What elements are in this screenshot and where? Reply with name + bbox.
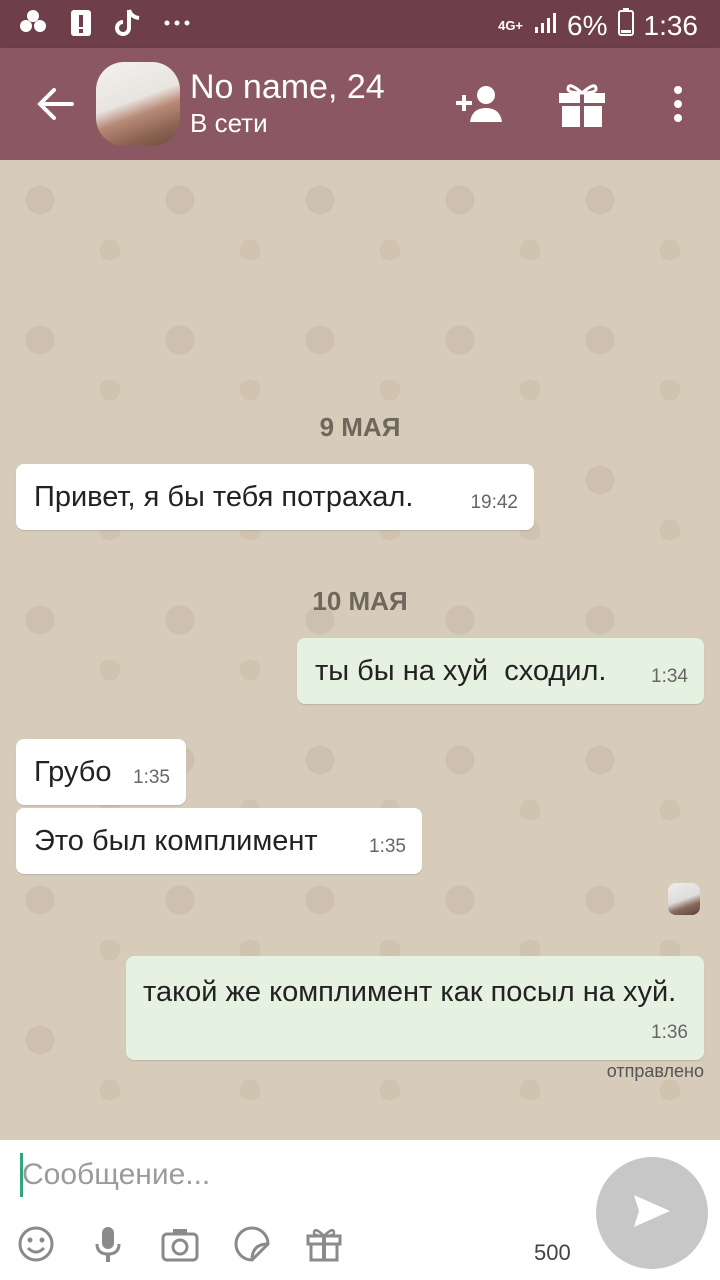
more-options-icon[interactable] <box>650 76 706 132</box>
more-dots-icon <box>162 8 192 38</box>
battery-icon <box>617 8 634 43</box>
message-time: 1:35 <box>369 836 406 857</box>
back-arrow-icon[interactable] <box>32 80 80 128</box>
message-incoming[interactable]: Грубо 1:35 <box>16 739 186 805</box>
gift-button[interactable] <box>554 76 610 132</box>
message-incoming[interactable]: Это был комплимент 1:35 <box>16 808 422 874</box>
message-time: 1:36 <box>651 1022 688 1043</box>
alert-icon <box>66 8 96 38</box>
avatar[interactable] <box>96 62 180 146</box>
tiktok-icon <box>114 8 144 38</box>
clock: 1:36 <box>643 9 699 41</box>
message-outgoing[interactable]: такой же комплимент как посыл на хуй. 1:… <box>126 956 704 1060</box>
message-time: 1:35 <box>133 767 170 788</box>
message-text: такой же комплимент как посыл на хуй. <box>143 976 677 1008</box>
date-separator: 9 МАЯ <box>319 412 401 442</box>
date-separator: 10 МАЯ <box>312 586 408 616</box>
message-time: 1:34 <box>651 666 688 687</box>
delivery-status: отправлено <box>606 1061 704 1081</box>
read-receipt-avatar <box>668 883 700 915</box>
network-indicator: 4G+ <box>498 18 524 33</box>
message-text: Привет, я бы тебя потрахал. <box>34 481 414 513</box>
message-text: Это был комплимент <box>34 825 318 857</box>
message-text: Грубо <box>34 756 112 788</box>
emoji-icon[interactable] <box>16 1224 56 1264</box>
character-counter: 500 <box>534 1240 571 1265</box>
send-icon <box>632 1193 672 1234</box>
microphone-icon[interactable] <box>88 1224 128 1264</box>
chat-header: No name, 24 В сети <box>0 48 720 160</box>
add-friend-button[interactable] <box>452 76 508 132</box>
send-button[interactable] <box>596 1157 708 1269</box>
message-incoming[interactable]: Привет, я бы тебя потрахал. 19:42 <box>16 464 534 530</box>
signal-icon <box>533 10 557 42</box>
message-outgoing[interactable]: ты бы на хуй сходил. 1:34 <box>297 638 704 704</box>
message-time: 19:42 <box>470 492 518 513</box>
gift-icon[interactable] <box>304 1224 344 1264</box>
sticker-icon[interactable] <box>232 1224 272 1264</box>
status-bar: 4G+ 6% 1:36 <box>0 0 720 48</box>
pinwheel-icon <box>18 8 48 38</box>
message-input[interactable]: Сообщение... <box>22 1158 210 1192</box>
battery-percent: 6% <box>567 9 608 41</box>
camera-icon[interactable] <box>160 1224 200 1264</box>
message-text: ты бы на хуй сходил. <box>315 655 607 687</box>
contact-name[interactable]: No name, 24 <box>190 68 385 107</box>
online-status: В сети <box>190 108 268 138</box>
